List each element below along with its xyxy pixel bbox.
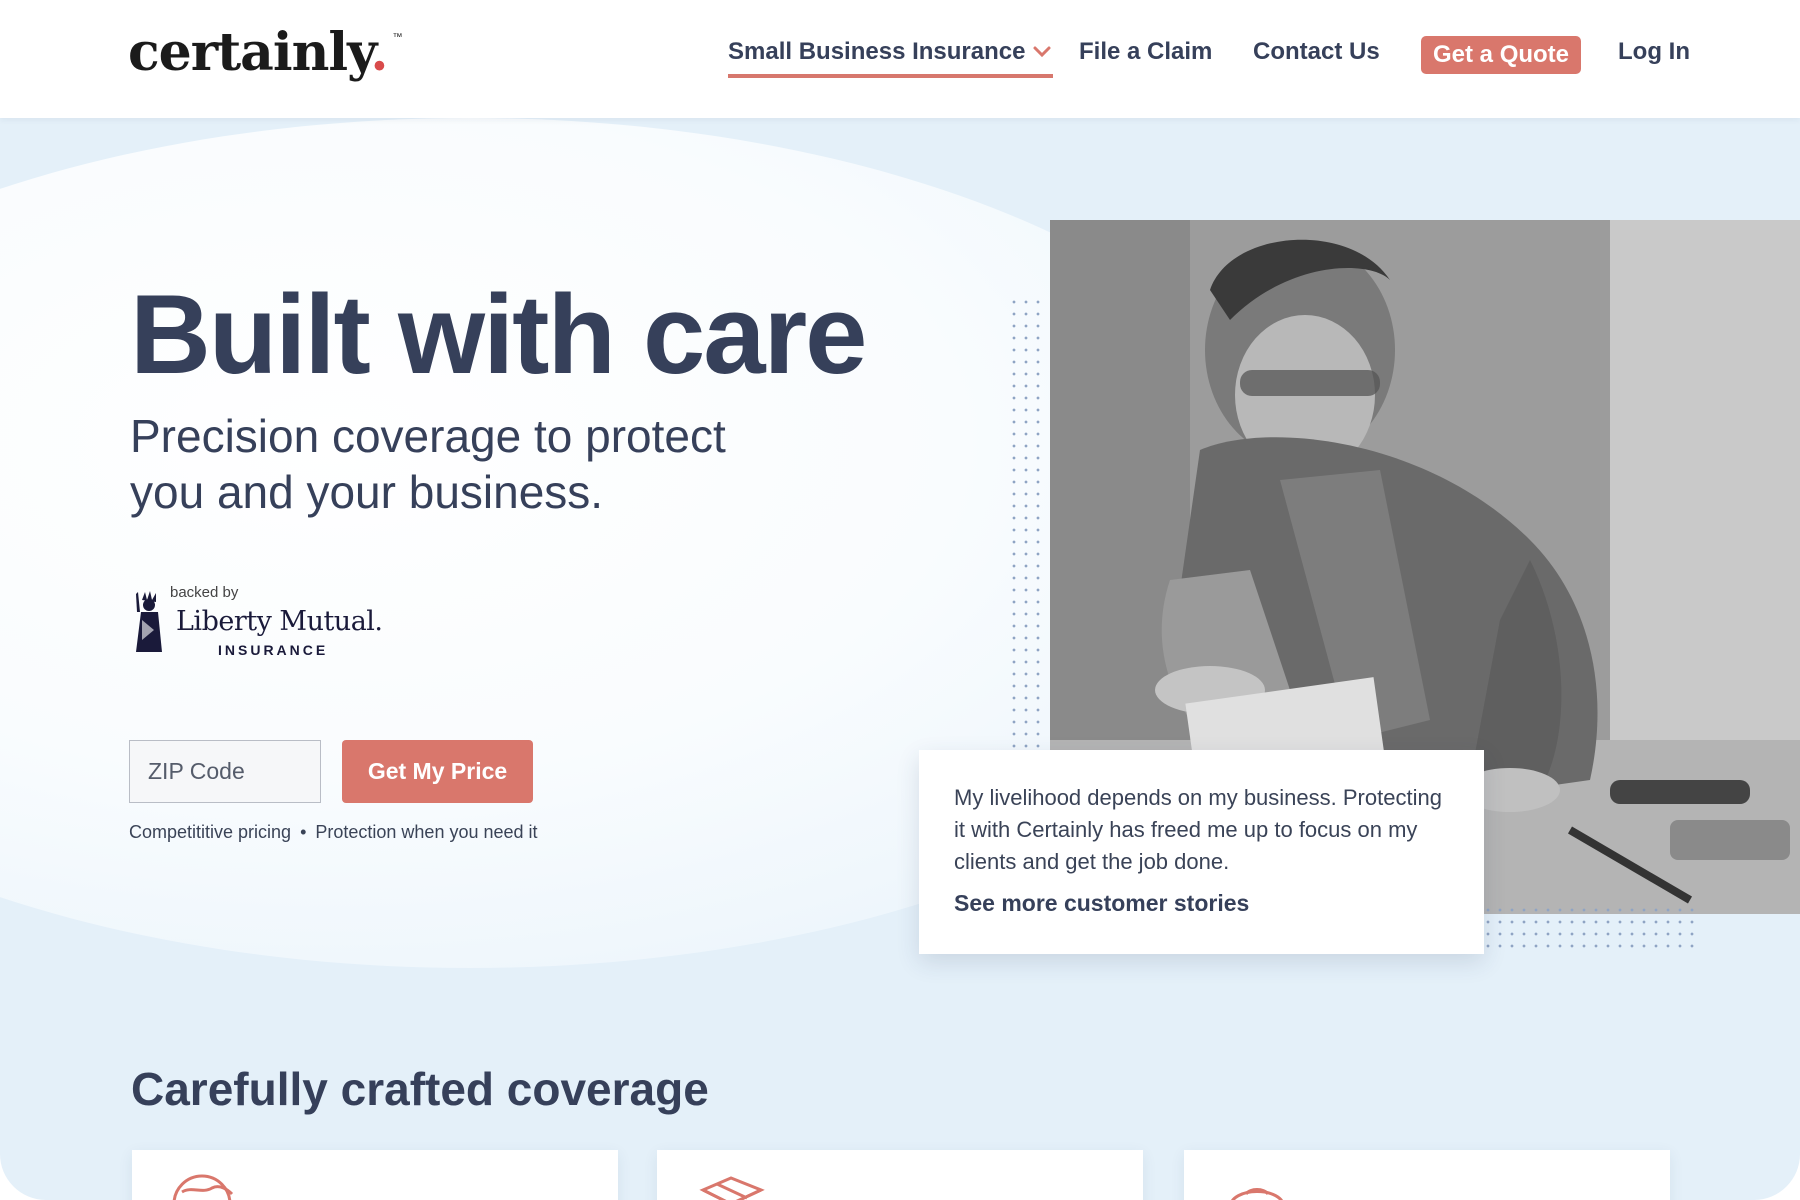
perks-line: Competititive pricing • Protection when yo… bbox=[129, 822, 538, 843]
coverage-card[interactable] bbox=[657, 1150, 1143, 1200]
logo[interactable]: certainly. ™ bbox=[128, 22, 403, 83]
logo-text: certainly bbox=[128, 22, 371, 83]
hero-title: Built with care bbox=[130, 272, 867, 397]
trademark: ™ bbox=[392, 32, 403, 43]
testimonial-quote: My livelihood depends on my business. Pr… bbox=[954, 785, 1442, 874]
page: certainly. ™ Small Business Insurance Fi… bbox=[0, 0, 1800, 1200]
partner-name: Liberty Mutual. bbox=[176, 606, 383, 637]
nav-file-claim[interactable]: File a Claim bbox=[1079, 38, 1212, 66]
partner-sub: INSURANCE bbox=[218, 642, 329, 658]
customer-stories-link[interactable]: See more customer stories bbox=[954, 890, 1249, 917]
zip-code-input[interactable] bbox=[129, 740, 321, 803]
nav-contact-us[interactable]: Contact Us bbox=[1253, 38, 1380, 66]
perk-pricing: Competititive pricing bbox=[129, 822, 292, 842]
globe-icon bbox=[172, 1174, 234, 1200]
liberty-mutual-badge: backed by Liberty Mutual. INSURANCE bbox=[128, 584, 388, 664]
get-quote-button[interactable]: Get a Quote bbox=[1421, 36, 1582, 74]
decorative-dots-horizontal bbox=[1470, 904, 1700, 952]
statue-of-liberty-icon bbox=[136, 591, 162, 652]
decorative-dots-vertical bbox=[1008, 296, 1044, 756]
coverage-card[interactable] bbox=[1184, 1150, 1670, 1200]
coverage-card[interactable] bbox=[132, 1150, 618, 1200]
backed-by-label: backed by bbox=[170, 584, 239, 601]
site-header: certainly. ™ Small Business Insurance Fi… bbox=[0, 0, 1800, 118]
login-link[interactable]: Log In bbox=[1618, 38, 1690, 66]
umbrella-icon bbox=[1231, 1188, 1283, 1200]
chevron-down-icon bbox=[1033, 46, 1051, 58]
logo-dot: . bbox=[370, 22, 388, 83]
coverage-heading: Carefully crafted coverage bbox=[131, 1063, 709, 1115]
perk-separator: • bbox=[300, 822, 307, 842]
nav-small-business-label: Small Business Insurance bbox=[728, 38, 1026, 65]
get-my-price-button[interactable]: Get My Price bbox=[342, 740, 533, 803]
testimonial-card: My livelihood depends on my business. Pr… bbox=[919, 750, 1484, 954]
nav-small-business-insurance[interactable]: Small Business Insurance bbox=[728, 38, 1054, 78]
box-icon bbox=[699, 1176, 765, 1200]
perk-protection: Protection when you need it bbox=[315, 822, 538, 842]
hero-subtitle: Precision coverage to protect you and yo… bbox=[130, 410, 726, 518]
